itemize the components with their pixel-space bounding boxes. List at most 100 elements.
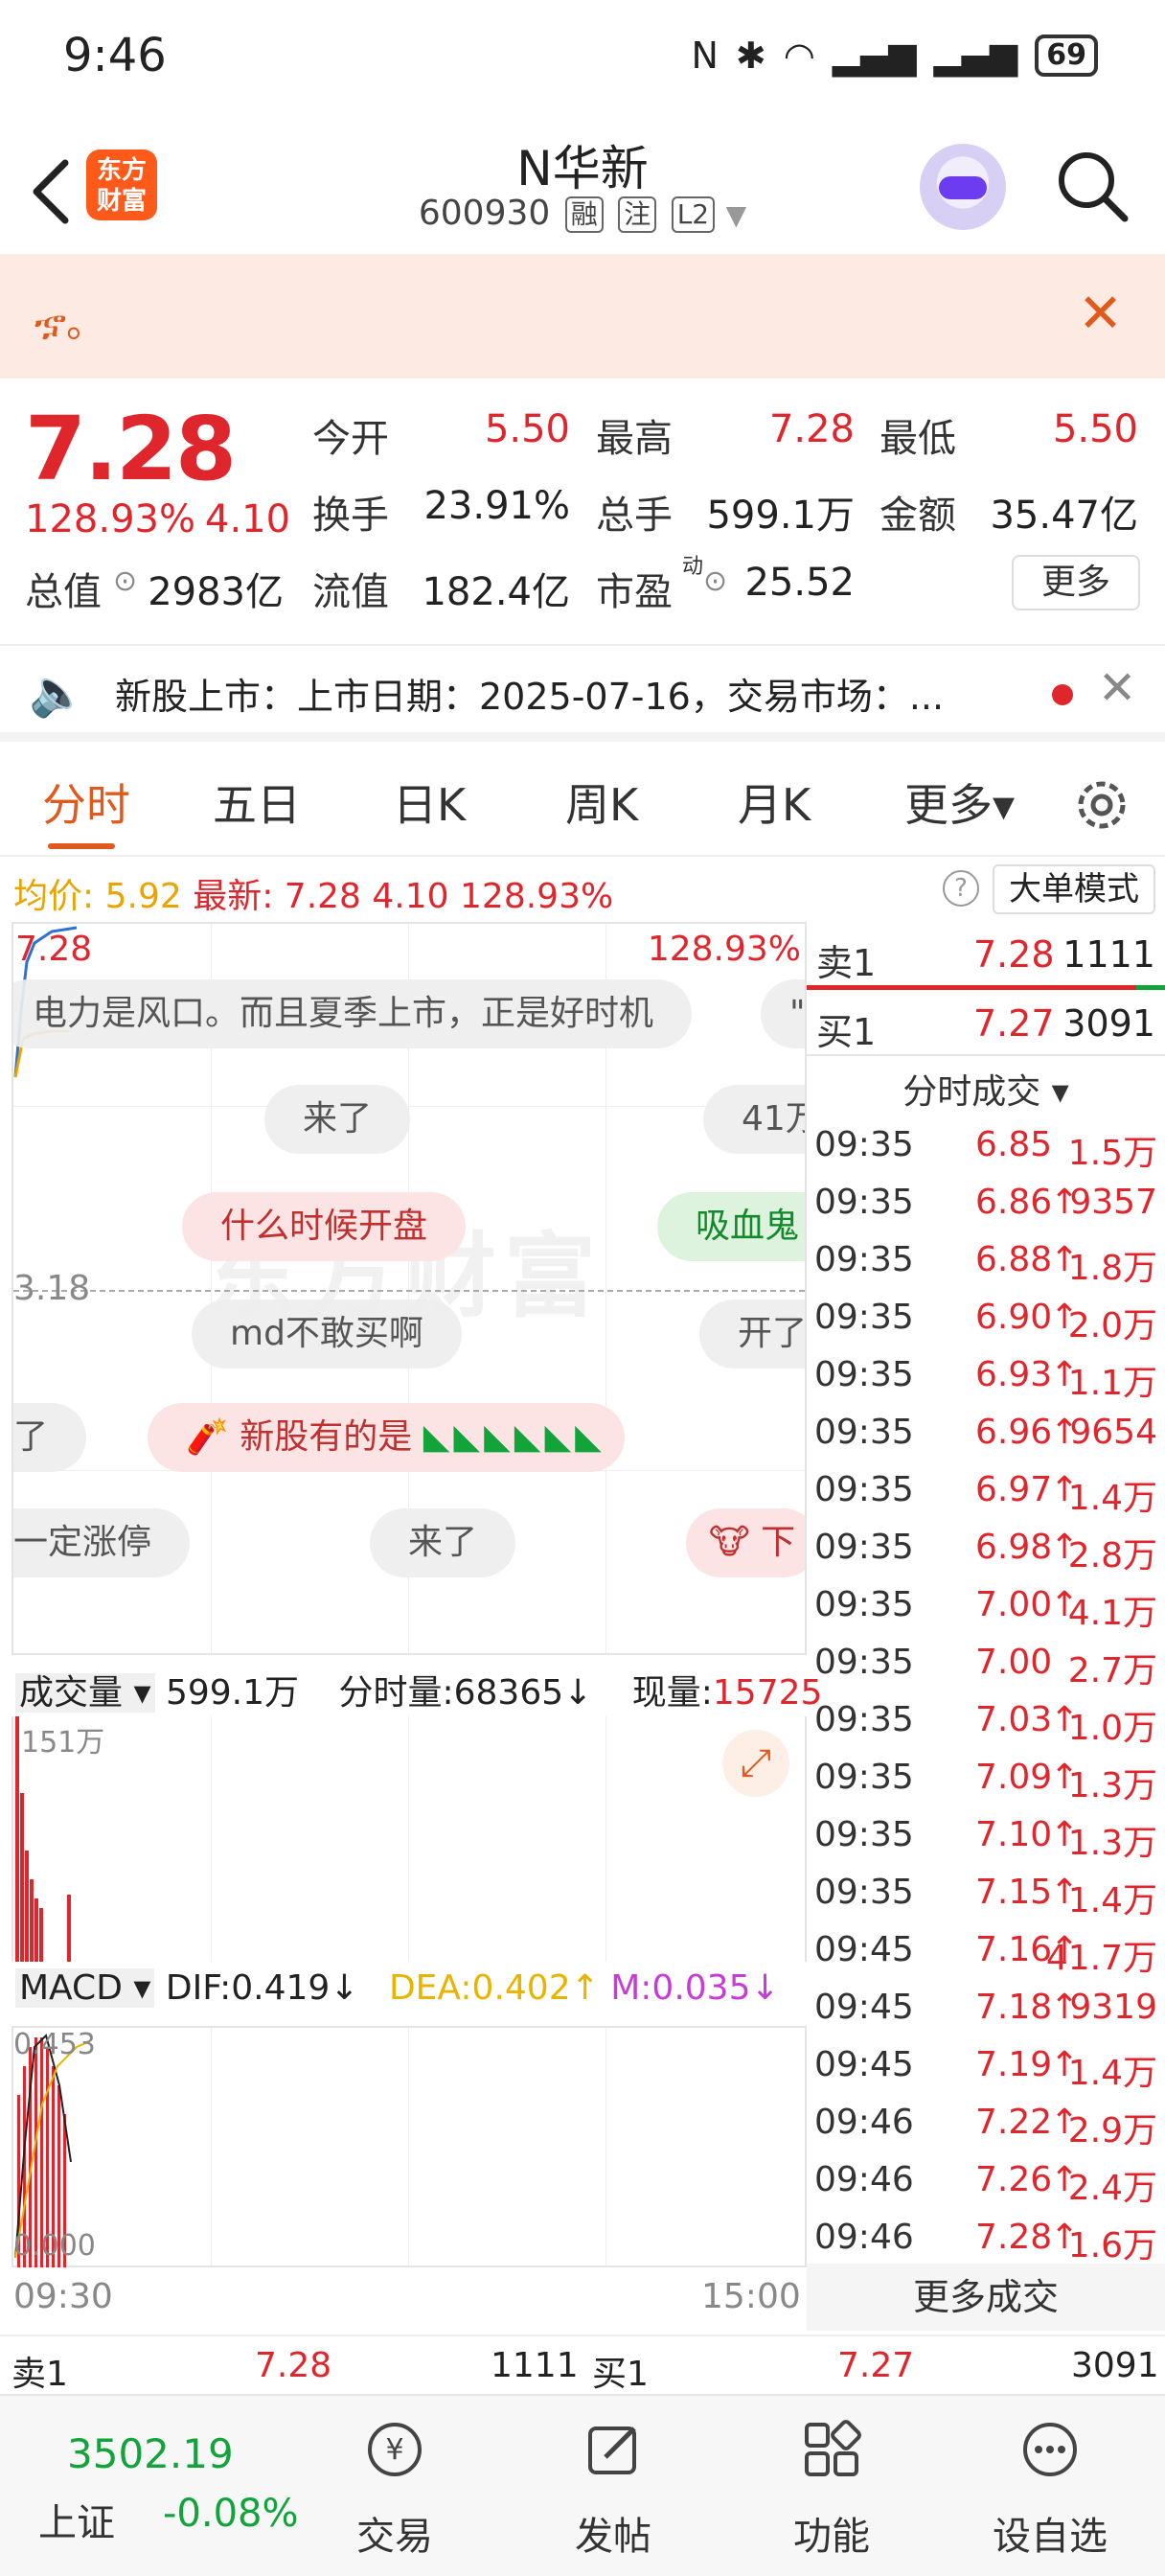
search-icon[interactable] (1054, 148, 1131, 224)
trade-price: 6.97 (975, 1470, 1053, 1509)
danmaku-comment[interactable]: " (761, 979, 805, 1048)
danmaku-comment[interactable]: 吸血鬼 (657, 1192, 805, 1261)
trade-time: 09:35 (814, 1585, 914, 1624)
tag-level2: L2 (671, 196, 716, 233)
trade-volume: 1.0万 (1067, 1709, 1157, 1748)
trade-icon: ¥ (368, 2423, 422, 2476)
intraday-chart[interactable]: 东方财富 7.28 128.93% 3.18 电力是风口。而且夏季上市，正是好时… (11, 922, 807, 1655)
more-fields-button[interactable]: 更多 (1012, 555, 1140, 610)
danmaku-comment[interactable]: 41万 (703, 1085, 805, 1154)
volume-chart[interactable]: 151万 ⤢ (11, 1716, 807, 1962)
bottom-nav: 3502.19 上证 -0.08% ¥ 交易 发帖 功能 设自选 (0, 2394, 1165, 2576)
danmaku-comment[interactable]: 一定涨停 (13, 1508, 191, 1577)
mktcap-value: 2983亿 (148, 570, 284, 614)
danmaku-comment[interactable]: 开了 (699, 1300, 805, 1368)
danmaku-comment[interactable]: 🧨 新股有的是 ◣◣◣◣◣◣ (148, 1403, 625, 1472)
more-trades-button[interactable]: 更多成交 (807, 2264, 1165, 2331)
turnover-label: 换手 (312, 494, 389, 538)
period-volume-label: 分时量: (338, 1673, 454, 1713)
nav-trade[interactable]: ¥ 交易 (299, 2396, 491, 2576)
trade-row: 09:45 7.18 ↑ 9319 (807, 1982, 1165, 2039)
status-icons: N ✱ ◠ ▂▄▆ ▂▄▆ 69 (691, 34, 1098, 77)
news-ticker[interactable]: 🔈 新股上市：上市日期：2025-07-16，交易市场：... ✕ (0, 644, 1165, 742)
macd-dif: DIF:0.419↓ (165, 1968, 359, 2008)
trade-row: 09:35 6.86 ↑ 9357 (807, 1177, 1165, 1234)
latest-label: 最新: (193, 877, 274, 916)
tab-weekly-k[interactable]: 周K (565, 770, 638, 834)
notice-close-icon[interactable]: ✕ (1078, 283, 1123, 345)
tab-intraday[interactable]: 分时 (42, 770, 130, 834)
danmaku-comment[interactable]: 来了 (370, 1508, 516, 1577)
tab-five-day[interactable]: 五日 (213, 770, 301, 834)
danmaku-comment[interactable]: 🐮 下 (686, 1508, 805, 1577)
trade-time: 09:46 (814, 2160, 914, 2199)
trades-title[interactable]: 分时成交 ▾ (807, 1064, 1165, 1114)
orderbook-buy-row[interactable]: 买1 7.27 3091 (807, 991, 1165, 1054)
pe-value: 25.52 (744, 561, 855, 605)
trade-row: 09:35 6.88 ↑ 1.8万 (807, 1234, 1165, 1292)
nav-functions[interactable]: 功能 (736, 2396, 927, 2576)
trade-row: 09:46 7.22 ↑ 2.9万 (807, 2097, 1165, 2154)
orderbook-sell-row[interactable]: 卖1 7.28 1111 (807, 922, 1165, 985)
trades-panel: 卖1 7.28 1111 买1 7.27 3091 分时成交 ▾ 09:35 6.… (807, 922, 1165, 2331)
low-value: 5.50 (1052, 407, 1138, 451)
trade-volume: 1.8万 (1067, 1249, 1157, 1288)
ticker-close-icon[interactable]: ✕ (1098, 661, 1136, 715)
quote-panel: 7.28 128.93% 4.10 今开 5.50 最高 7.28 最低 5.5… (0, 379, 1165, 637)
trade-row: 09:46 7.26 ↑ 2.4万 (807, 2154, 1165, 2212)
trade-price: 7.03 (975, 1700, 1053, 1739)
expand-icon[interactable]: ⤢ (722, 1730, 789, 1797)
volume-indicator-select[interactable]: 成交量 ▾ (15, 1673, 155, 1713)
signal-icon-2: ▂▄▆ (933, 34, 1018, 77)
wifi-icon: ◠ (783, 34, 815, 77)
info-circle-icon[interactable]: ⊙ (113, 564, 137, 598)
tab-monthly-k[interactable]: 月K (738, 770, 811, 834)
trade-volume: 2.4万 (1067, 2169, 1157, 2208)
assistant-robot-icon[interactable] (920, 144, 1006, 230)
latest-value: 7.28 (284, 877, 361, 916)
danmaku-comment[interactable]: 什么时候开盘 (182, 1192, 467, 1261)
danmaku-comment[interactable]: md不敢买啊 (192, 1300, 462, 1368)
nav-trade-label: 交易 (356, 2515, 433, 2559)
trade-price: 6.85 (975, 1125, 1053, 1164)
pe-info-icon[interactable]: ⊙ (703, 564, 727, 598)
help-icon[interactable]: ? (943, 870, 979, 907)
index-value: 3502.19 (67, 2430, 234, 2477)
macd-indicator-select[interactable]: MACD ▾ (15, 1968, 155, 2008)
avg-label: 均价: (13, 877, 95, 916)
bottom-sell-price: 7.28 (255, 2346, 332, 2385)
danmaku-comment[interactable]: 电力是风口。而且夏季上市，正是好时机 (13, 979, 693, 1048)
trade-volume: 1.4万 (1067, 1881, 1157, 1920)
trade-volume: 1.3万 (1067, 1766, 1157, 1806)
macd-bottom-label: 0.000 (13, 2229, 96, 2263)
trade-row: 09:35 7.15 ↑ 1.4万 (807, 1867, 1165, 1924)
danmaku-comment[interactable]: 了 (13, 1403, 87, 1472)
trade-volume: 41.7万 (1045, 1939, 1157, 1978)
prev-close-label: 3.18 (13, 1269, 91, 1308)
nav-add-watchlist[interactable]: 设自选 (954, 2396, 1146, 2576)
bottom-sell-volume: 1111 (491, 2346, 579, 2385)
volume-total: 599.1万 (165, 1673, 300, 1713)
ticker-text[interactable]: 新股上市：上市日期：2025-07-16，交易市场：... (115, 667, 944, 720)
nav-add-watchlist-label: 设自选 (993, 2515, 1108, 2559)
nav-post[interactable]: 发帖 (517, 2396, 709, 2576)
gear-icon[interactable] (1071, 774, 1132, 836)
trade-volume: 1.4万 (1067, 1479, 1157, 1518)
trade-time: 09:35 (814, 1240, 914, 1279)
signal-icon: ▂▄▆ (832, 34, 917, 77)
trade-time: 09:35 (814, 1643, 914, 1682)
big-order-mode-button[interactable]: 大单模式 (993, 864, 1155, 914)
trade-time: 09:46 (814, 2218, 914, 2257)
tab-daily-k[interactable]: 日K (393, 770, 466, 834)
trade-volume: 2.9万 (1067, 2111, 1157, 2150)
trade-time: 09:35 (814, 1873, 914, 1912)
trade-row: 09:35 6.93 ↑ 1.1万 (807, 1349, 1165, 1407)
trade-time: 09:35 (814, 1470, 914, 1509)
tab-more[interactable]: 更多▾ (904, 770, 1015, 834)
trade-price: 6.88 (975, 1240, 1053, 1279)
danmaku-comment[interactable]: 来了 (264, 1085, 411, 1154)
macd-chart[interactable]: 0.453 0.000 (11, 2026, 807, 2267)
index-widget[interactable]: 3502.19 上证 -0.08% (0, 2396, 316, 2576)
trade-volume: 2.0万 (1067, 1306, 1157, 1346)
intraday-info-line: 均价: 5.92 最新: 7.28 4.10 128.93% ? 大单模式 (0, 861, 1165, 920)
